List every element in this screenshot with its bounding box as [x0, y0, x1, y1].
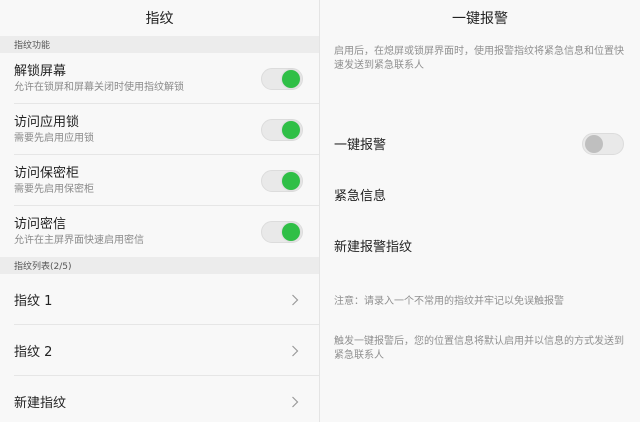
alarm-note-info: 触发一键报警后，您的位置信息将默认启用并以信息的方式发送到紧急联系人	[334, 336, 624, 361]
setting-one-key-alarm[interactable]: 一键报警	[320, 118, 640, 169]
unlock-screen-toggle[interactable]	[261, 67, 303, 90]
toggle-knob	[585, 134, 603, 153]
safe-toggle[interactable]	[261, 169, 303, 192]
section-header-fingerprint-list: 指纹列表(2/5)	[0, 257, 319, 274]
setting-subtitle: 允许在锁屏和屏幕关闭时使用指纹解锁	[14, 82, 184, 93]
alarm-description: 启用后，在熄屏或锁屏界面时，使用报警指纹将紧急信息和位置快速发送到紧急联系人	[334, 46, 624, 71]
chevron-right-icon	[289, 396, 301, 408]
chevron-right-icon	[289, 294, 301, 306]
setting-access-safe[interactable]: 访问保密柜 需要先启用保密柜	[0, 155, 319, 206]
emergency-info-item[interactable]: 紧急信息	[320, 169, 640, 220]
toggle-knob	[282, 120, 300, 139]
list-item-label: 新建指纹	[14, 396, 67, 411]
list-item-label: 指纹 2	[14, 345, 53, 360]
toggle-knob	[282, 171, 300, 190]
setting-subtitle: 需要先启用应用锁	[14, 133, 94, 144]
one-key-alarm-toggle[interactable]	[582, 132, 624, 155]
section-header-functions: 指纹功能	[0, 36, 319, 53]
chevron-right-icon	[289, 345, 301, 357]
secret-messages-toggle[interactable]	[261, 220, 303, 243]
setting-subtitle: 需要先启用保密柜	[14, 184, 94, 195]
list-item-label: 新建报警指纹	[334, 240, 413, 255]
fingerprint-item-1[interactable]: 指纹 1	[0, 274, 319, 325]
toggle-knob	[282, 222, 300, 241]
setting-title: 一键报警	[334, 138, 387, 153]
list-item-label: 紧急信息	[334, 189, 387, 204]
app-lock-toggle[interactable]	[261, 118, 303, 141]
setting-title: 访问保密柜	[14, 166, 80, 181]
fingerprint-item-2[interactable]: 指纹 2	[0, 325, 319, 376]
setting-title: 解锁屏幕	[14, 64, 67, 79]
emergency-alarm-pane: 一键报警 启用后，在熄屏或锁屏界面时，使用报警指纹将紧急信息和位置快速发送到紧急…	[320, 0, 640, 422]
page-title: 一键报警	[320, 0, 640, 36]
setting-title: 访问应用锁	[14, 115, 80, 130]
toggle-knob	[282, 69, 300, 88]
page-title: 指纹	[0, 0, 319, 36]
setting-access-secret-messages[interactable]: 访问密信 允许在主屏界面快速启用密信	[0, 206, 319, 257]
alarm-note-warning: 注意：请录入一个不常用的指纹并牢记以免误触报警	[334, 296, 564, 307]
list-item-label: 指纹 1	[14, 294, 53, 309]
setting-access-app-lock[interactable]: 访问应用锁 需要先启用应用锁	[0, 104, 319, 155]
setting-unlock-screen[interactable]: 解锁屏幕 允许在锁屏和屏幕关闭时使用指纹解锁	[0, 53, 319, 104]
app-root: 指纹 指纹功能 解锁屏幕 允许在锁屏和屏幕关闭时使用指纹解锁 访问应用锁 需要先…	[0, 0, 640, 422]
new-fingerprint-item[interactable]: 新建指纹	[0, 376, 319, 422]
new-alarm-fingerprint-item[interactable]: 新建报警指纹	[320, 220, 640, 271]
setting-subtitle: 允许在主屏界面快速启用密信	[14, 235, 144, 246]
setting-title: 访问密信	[14, 217, 67, 232]
fingerprint-settings-pane: 指纹 指纹功能 解锁屏幕 允许在锁屏和屏幕关闭时使用指纹解锁 访问应用锁 需要先…	[0, 0, 320, 422]
